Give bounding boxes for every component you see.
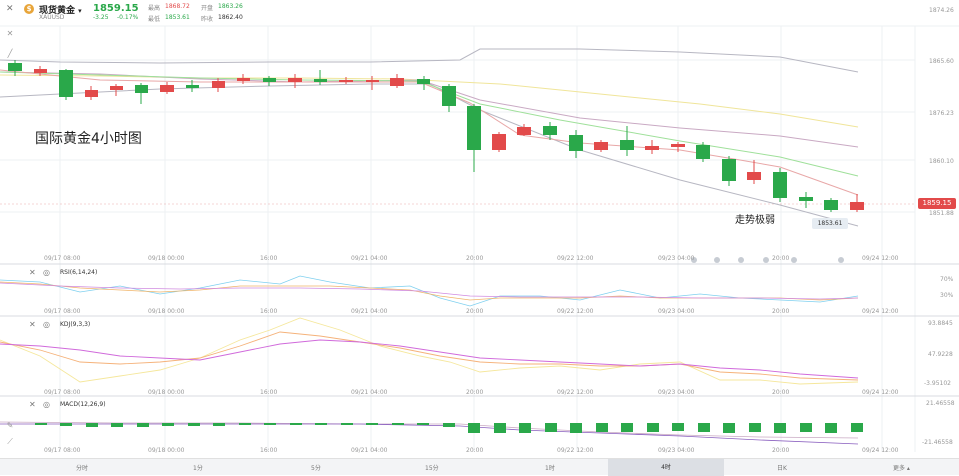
x-tick: 09/18 00:00	[148, 255, 185, 262]
x-tick: 20:00	[772, 389, 790, 396]
kdj-title: KDJ(9,3,3)	[60, 321, 91, 328]
x-tick: 09/18 00:00	[148, 308, 185, 315]
x-tick: 09/23 04:00	[658, 308, 695, 315]
y-tick: 1851.88	[929, 210, 954, 217]
ruler-tool-icon[interactable]: ⟋	[4, 436, 16, 448]
x-tick: 09/18 00:00	[148, 389, 185, 396]
x-tick: 09/21 04:00	[351, 255, 388, 262]
x-tick: 20:00	[466, 255, 484, 262]
y-tick: 21.46558	[926, 400, 955, 407]
chart-annotation-title: 国际黄金4小时图	[35, 131, 142, 147]
low-price-tag: 1853.61	[812, 218, 848, 229]
draw-tool-icon[interactable]: ✎	[4, 420, 16, 432]
close-indicator-icon[interactable]: ✕	[29, 269, 36, 277]
settings-icon[interactable]: ◎	[43, 321, 50, 329]
y-tick: 93.8845	[928, 320, 953, 327]
y-tick: 1860.10	[929, 158, 954, 165]
x-tick: 09/18 00:00	[148, 447, 185, 454]
x-tick: 16:00	[260, 389, 278, 396]
y-tick: 1874.26	[929, 7, 954, 14]
x-tick: 09/24 12:00	[862, 389, 899, 396]
y-tick: 30%	[940, 292, 954, 299]
x-tick: 09/21 04:00	[351, 447, 388, 454]
x-tick: 09/23 04:00	[658, 255, 695, 262]
timeframe-tab[interactable]: 15分	[425, 463, 439, 472]
trendline-tool-icon[interactable]: ╱	[4, 48, 16, 60]
settings-icon[interactable]: ◎	[43, 269, 50, 277]
y-tick: 70%	[940, 276, 954, 283]
x-tick: 20:00	[466, 308, 484, 315]
x-tick: 09/22 12:00	[557, 308, 594, 315]
y-tick: 1865.60	[929, 58, 954, 65]
x-tick: 09/17 08:00	[44, 308, 81, 315]
y-tick: -3.95102	[924, 380, 951, 387]
current-price-tag: 1859.15	[918, 198, 956, 209]
x-tick: 20:00	[772, 447, 790, 454]
y-tick: 1876.23	[929, 110, 954, 117]
timeframe-tab[interactable]: 日K	[777, 463, 787, 472]
x-tick: 16:00	[260, 447, 278, 454]
crosshair-tool-icon[interactable]: ✕	[4, 28, 16, 40]
x-tick: 09/23 04:00	[658, 389, 695, 396]
x-tick: 16:00	[260, 255, 278, 262]
x-tick: 20:00	[772, 308, 790, 315]
x-tick: 09/17 08:00	[44, 447, 81, 454]
close-indicator-icon[interactable]: ✕	[29, 401, 36, 409]
x-tick: 09/24 12:00	[862, 447, 899, 454]
timeframe-tab[interactable]: 1分	[193, 463, 203, 472]
x-tick: 20:00	[466, 389, 484, 396]
x-tick: 09/17 08:00	[44, 389, 81, 396]
y-tick: 47.9228	[928, 351, 953, 358]
x-tick: 20:00	[772, 255, 790, 262]
x-tick: 09/21 04:00	[351, 308, 388, 315]
timeframe-tab[interactable]: 分时	[76, 463, 88, 472]
more-button[interactable]: 更多 ▴	[893, 463, 910, 472]
x-tick: 09/23 04:00	[658, 447, 695, 454]
timeframe-bar: 分时 1分 5分 15分 1时 4时 日K 更多 ▴	[0, 458, 959, 476]
x-tick: 09/24 12:00	[862, 308, 899, 315]
x-tick: 09/22 12:00	[557, 389, 594, 396]
x-tick: 09/17 08:00	[44, 255, 81, 262]
x-tick: 16:00	[260, 308, 278, 315]
x-tick: 09/21 04:00	[351, 389, 388, 396]
macd-title: MACD(12,26,9)	[60, 401, 106, 408]
settings-icon[interactable]: ◎	[43, 401, 50, 409]
close-indicator-icon[interactable]: ✕	[29, 321, 36, 329]
x-tick: 09/24 12:00	[862, 255, 899, 262]
timeframe-tab[interactable]: 1时	[545, 463, 555, 472]
x-tick: 09/22 12:00	[557, 447, 594, 454]
rsi-title: RSI(6,14,24)	[60, 269, 98, 276]
x-tick: 20:00	[466, 447, 484, 454]
timeframe-tab-active[interactable]: 4时	[608, 459, 724, 476]
timeframe-tab[interactable]: 5分	[311, 463, 321, 472]
chart-annotation-trend: 走势极弱	[735, 215, 775, 226]
y-tick: -21.46558	[922, 439, 953, 446]
x-tick: 09/22 12:00	[557, 255, 594, 262]
